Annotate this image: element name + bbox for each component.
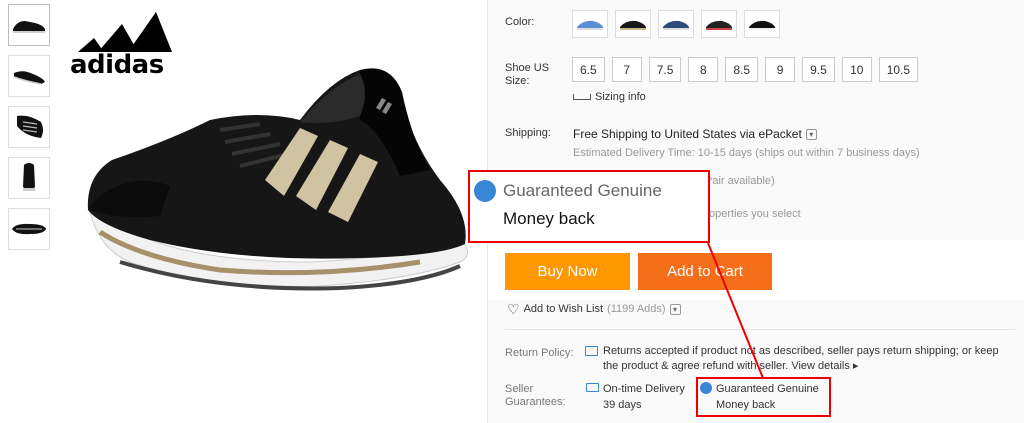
on-time-delivery: On-time Delivery 39 days bbox=[603, 381, 685, 413]
view-details-link[interactable]: View details bbox=[791, 360, 850, 372]
add-to-cart-button[interactable]: Add to Cart bbox=[638, 253, 772, 290]
sizing-info-label: Sizing info bbox=[595, 91, 646, 103]
size-option[interactable]: 10.5 bbox=[878, 57, 919, 82]
size-option[interactable]: 7.5 bbox=[648, 57, 682, 82]
thumbnail-2[interactable] bbox=[8, 55, 50, 97]
color-label: Color: bbox=[505, 16, 535, 28]
thumbnail-1[interactable] bbox=[8, 4, 50, 46]
return-policy-label: Return Policy: bbox=[505, 347, 574, 359]
size-option[interactable]: 6.5 bbox=[572, 57, 605, 82]
ruler-icon bbox=[573, 94, 591, 100]
size-option[interactable]: 9 bbox=[765, 57, 796, 82]
brand-wordmark: adidas bbox=[70, 50, 164, 80]
section-divider bbox=[505, 329, 1015, 330]
chevron-down-icon[interactable]: ▾ bbox=[805, 128, 817, 140]
on-time-delivery-title: On-time Delivery bbox=[603, 383, 685, 395]
callout-genuine-sub: Money back bbox=[503, 209, 595, 228]
size-option[interactable]: 10 bbox=[841, 57, 872, 82]
add-to-wishlist-link[interactable]: ♡ Add to Wish List (1199 Adds) ▾ bbox=[507, 301, 681, 317]
size-options: 6.5 7 7.5 8 8.5 9 9.5 10 10.5 bbox=[572, 57, 919, 82]
chevron-right-icon: ▸ bbox=[852, 360, 859, 372]
adidas-logo-icon bbox=[78, 12, 172, 52]
size-label: Shoe US Size: bbox=[505, 62, 550, 87]
color-swatch-blue[interactable] bbox=[572, 10, 608, 38]
sizing-info-link[interactable]: Sizing info bbox=[573, 91, 646, 103]
return-policy-icon bbox=[585, 346, 598, 356]
total-price-note: operties you select bbox=[709, 208, 801, 220]
truck-icon bbox=[586, 383, 599, 392]
size-option[interactable]: 8.5 bbox=[725, 57, 759, 82]
on-time-delivery-days: 39 days bbox=[603, 399, 642, 411]
color-swatch-black-white[interactable] bbox=[744, 10, 780, 38]
return-policy-text: Returns accepted if product not as descr… bbox=[603, 344, 1013, 374]
seller-guarantees-label: Seller Guarantees: bbox=[505, 383, 566, 408]
buy-now-button[interactable]: Buy Now bbox=[505, 253, 630, 290]
color-swatch-navy[interactable] bbox=[658, 10, 694, 38]
heart-plus-icon: ♡ bbox=[507, 301, 520, 317]
thumbnail-5[interactable] bbox=[8, 208, 50, 250]
wishlist-label: Add to Wish List bbox=[523, 303, 604, 315]
thumbnail-3[interactable] bbox=[8, 106, 50, 148]
wishlist-count: (1199 Adds) bbox=[607, 303, 666, 315]
shipping-method[interactable]: Free Shipping to United States via ePack… bbox=[573, 127, 817, 141]
shipping-method-text: Free Shipping to United States via ePack… bbox=[573, 127, 802, 141]
color-swatch-black-gold[interactable] bbox=[615, 10, 651, 38]
quantity-available: Pair available) bbox=[705, 175, 775, 187]
thumbnail-strip bbox=[8, 4, 54, 259]
color-swatch-black-red[interactable] bbox=[701, 10, 737, 38]
genuine-badge-large-icon bbox=[474, 180, 496, 202]
size-option[interactable]: 9.5 bbox=[802, 57, 835, 82]
size-option[interactable]: 8 bbox=[688, 57, 719, 82]
callout-genuine-title: Guaranteed Genuine bbox=[503, 181, 662, 200]
size-option[interactable]: 7 bbox=[611, 57, 642, 82]
color-swatches bbox=[572, 10, 780, 38]
delivery-estimate: Estimated Delivery Time: 10-15 days (shi… bbox=[573, 147, 920, 159]
thumbnail-4[interactable] bbox=[8, 157, 50, 199]
chevron-down-icon[interactable]: ▾ bbox=[669, 303, 681, 315]
highlight-box-small bbox=[696, 377, 831, 417]
shipping-label: Shipping: bbox=[505, 127, 551, 139]
